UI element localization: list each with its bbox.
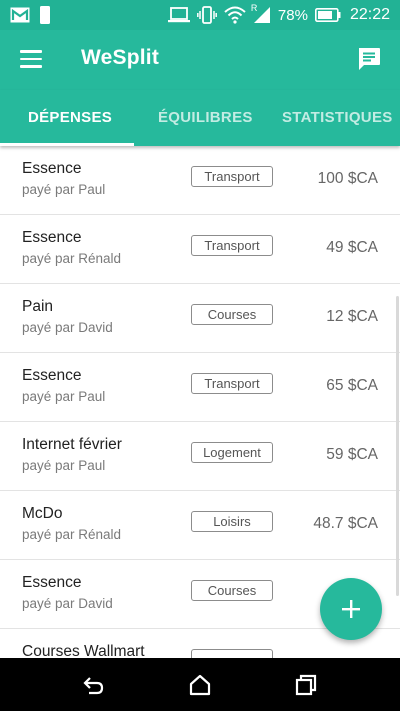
back-icon[interactable]: [82, 673, 106, 697]
hamburger-menu-icon[interactable]: [20, 50, 42, 68]
expense-payer: payé par Paul: [22, 389, 106, 404]
category-chip: Courses: [191, 580, 273, 601]
expense-payer: payé par David: [22, 596, 113, 611]
category-chip: Transport: [191, 373, 273, 394]
expense-title: Courses Wallmart: [22, 643, 145, 658]
gmail-icon: [10, 7, 30, 23]
category-chip: Courses: [191, 304, 273, 325]
expense-title: Essence: [22, 160, 82, 177]
add-expense-button[interactable]: [320, 578, 382, 640]
category-chip: Logement: [191, 442, 273, 463]
expense-amount: 59 $CA: [326, 446, 378, 463]
expense-row[interactable]: Essence payé par Paul Transport 65 $CA: [0, 353, 400, 422]
signal-icon: R: [250, 3, 271, 24]
expense-title: Essence: [22, 229, 82, 246]
chat-icon[interactable]: [356, 46, 382, 72]
battery-icon: [314, 8, 341, 22]
expense-row[interactable]: Essence payé par Paul Transport 100 $CA: [0, 146, 400, 215]
expense-row[interactable]: Pain payé par David Courses 12 $CA: [0, 284, 400, 353]
expense-amount: 12 $CA: [326, 308, 378, 325]
expense-amount: 48.7 $CA: [313, 515, 378, 532]
network-badge: R: [250, 3, 258, 13]
expense-title: Essence: [22, 574, 82, 591]
app-title: WeSplit: [81, 46, 160, 69]
expense-amount: 65 $CA: [326, 377, 378, 394]
clock: 22:22: [349, 6, 390, 23]
category-chip: [191, 649, 273, 658]
category-chip: Transport: [191, 235, 273, 256]
expense-title: Internet février: [22, 436, 122, 453]
expense-title: McDo: [22, 505, 63, 522]
navigation-bar: [0, 658, 400, 711]
wifi-icon: [224, 6, 246, 24]
expense-payer: payé par Rénald: [22, 527, 122, 542]
plus-icon: [342, 600, 360, 618]
battery-percent: 78%: [277, 6, 308, 24]
expense-payer: payé par Rénald: [22, 251, 122, 266]
tab-depenses[interactable]: DÉPENSES: [28, 90, 112, 146]
tab-equilibres[interactable]: ÉQUILIBRES: [158, 90, 253, 146]
expense-row[interactable]: Internet février payé par Paul Logement …: [0, 422, 400, 491]
expense-title: Pain: [22, 298, 54, 315]
expense-payer: payé par David: [22, 320, 113, 335]
expense-title: Essence: [22, 367, 82, 384]
expense-row[interactable]: Essence payé par Rénald Transport 49 $CA: [0, 215, 400, 284]
app-bar: WeSplit: [0, 30, 400, 90]
home-icon[interactable]: [188, 673, 212, 697]
expense-payer: payé par Paul: [22, 458, 106, 473]
laptop-icon: [167, 7, 190, 23]
category-chip: Transport: [191, 166, 273, 187]
category-chip: Loisirs: [191, 511, 273, 532]
recents-icon[interactable]: [294, 673, 318, 697]
vibrate-icon: [196, 6, 217, 24]
expense-payer: payé par Paul: [22, 182, 106, 197]
phone-icon: [40, 6, 50, 24]
tab-statistiques[interactable]: STATISTIQUES: [282, 90, 393, 146]
expense-amount: 100 $CA: [317, 170, 378, 187]
scrollbar[interactable]: [396, 296, 399, 596]
tab-bar: DÉPENSES ÉQUILIBRES STATISTIQUES: [0, 90, 400, 146]
expense-row[interactable]: McDo payé par Rénald Loisirs 48.7 $CA: [0, 491, 400, 560]
expense-amount: 49 $CA: [326, 239, 378, 256]
status-bar: R 78% 22:22: [0, 0, 400, 30]
